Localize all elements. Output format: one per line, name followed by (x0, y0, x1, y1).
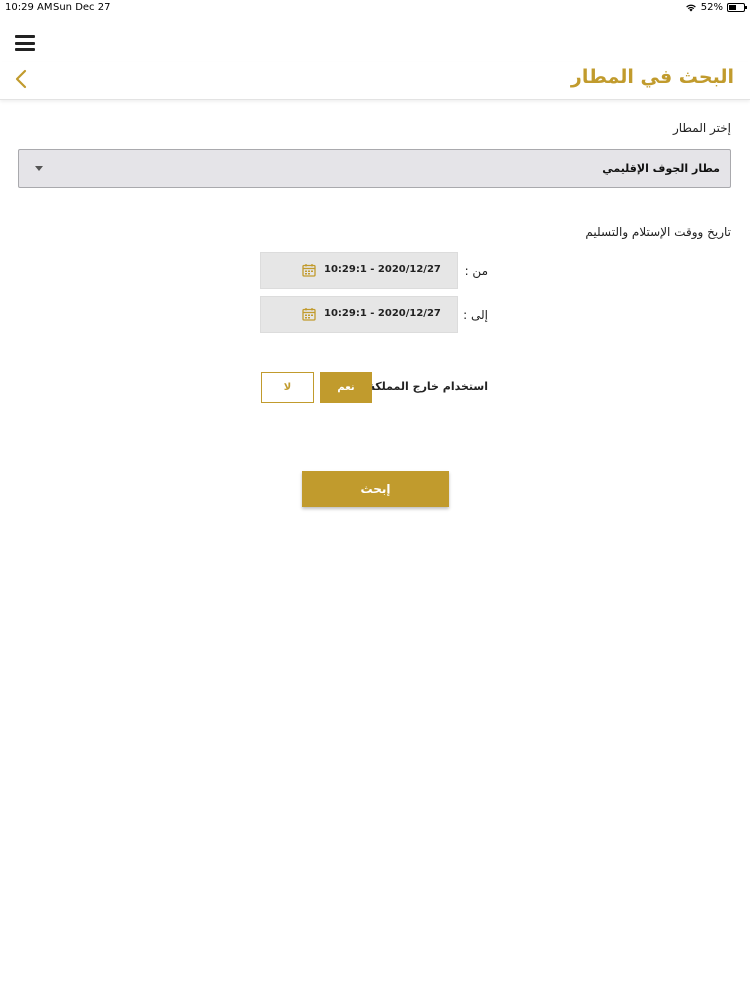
status-date: Sun Dec 27 (53, 2, 111, 13)
from-date-field[interactable]: 10:29:1 - 2020/12/27 (260, 252, 458, 289)
outside-kingdom-label: استخدام خارج المملكة : (360, 380, 488, 393)
dropdown-caret-icon (35, 166, 43, 171)
airport-label: إختر المطار (672, 121, 731, 135)
header-bar: البحث في المطار (0, 62, 750, 100)
calendar-icon (302, 308, 316, 321)
to-date-field[interactable]: 10:29:1 - 2020/12/27 (260, 296, 458, 333)
datetime-label: تاريخ ووقت الإستلام والتسليم (585, 225, 731, 239)
to-label: إلى : (463, 308, 488, 322)
calendar-icon (302, 264, 316, 277)
outside-kingdom-yes-button[interactable]: نعم (320, 372, 372, 403)
battery-fill (729, 5, 736, 10)
battery-icon (727, 3, 747, 12)
status-right: 52% (685, 2, 747, 13)
chevron-left-icon[interactable] (12, 68, 32, 90)
battery-percent: 52% (700, 2, 723, 13)
airport-selected-value: مطار الجوف الإقليمي (602, 162, 720, 175)
hamburger-icon[interactable] (15, 35, 35, 51)
outside-kingdom-no-button[interactable]: لا (261, 372, 314, 403)
from-date-value: 10:29:1 - 2020/12/27 (324, 264, 441, 275)
search-button[interactable]: إبحث (302, 471, 449, 507)
to-date-value: 10:29:1 - 2020/12/27 (324, 308, 441, 319)
page-title: البحث في المطار (570, 66, 734, 88)
status-bar: 10:29 AM Sun Dec 27 52% (0, 0, 750, 16)
from-label: من : (464, 264, 488, 278)
airport-select[interactable]: مطار الجوف الإقليمي (18, 149, 731, 188)
wifi-icon (685, 4, 696, 12)
status-time: 10:29 AM (5, 2, 53, 13)
